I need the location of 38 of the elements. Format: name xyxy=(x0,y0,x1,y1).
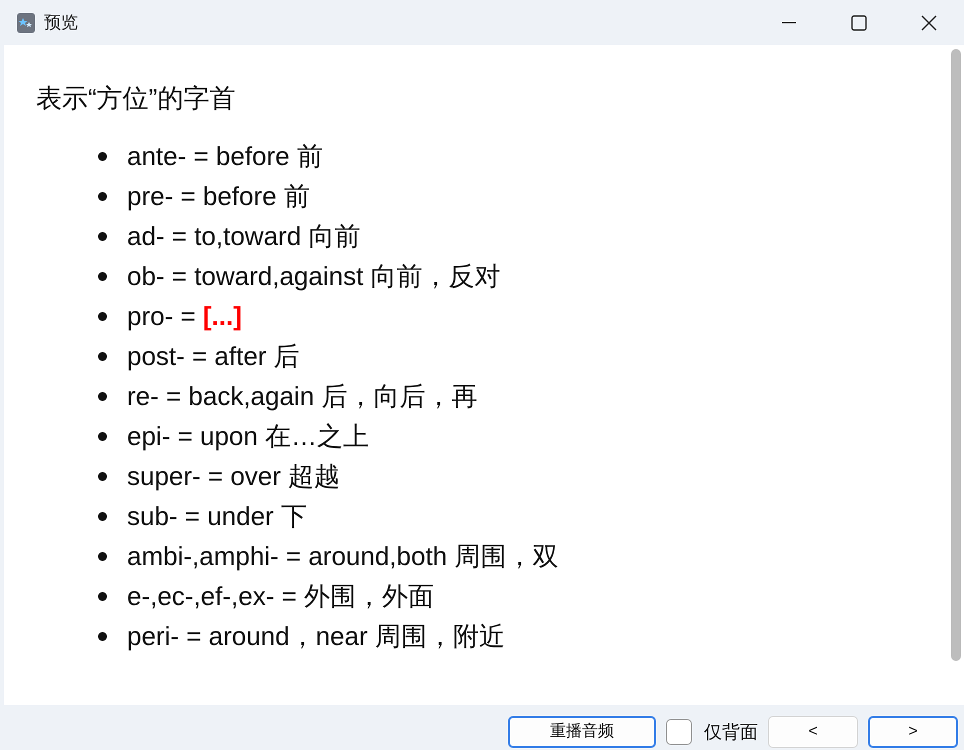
bullet-icon xyxy=(98,512,107,521)
bullet-icon xyxy=(98,152,107,161)
app-icon xyxy=(16,12,36,34)
checkbox-label: 仅背面 xyxy=(704,720,758,744)
list-item: ante- = before 前 xyxy=(127,140,323,174)
list-item: ad- = to,toward 向前 xyxy=(127,220,360,254)
bullet-icon xyxy=(98,592,107,601)
close-icon xyxy=(921,14,937,30)
bullet-icon xyxy=(98,552,107,561)
list-item: sub- = under 下 xyxy=(127,500,307,534)
list-item: super- = over 超越 xyxy=(127,460,340,494)
list-item: pre- = before 前 xyxy=(127,180,310,214)
list-item: ambi-,amphi- = around,both 周围，双 xyxy=(127,540,558,574)
list-item: pro- = [...] xyxy=(127,300,242,334)
bullet-icon xyxy=(98,232,107,241)
bullet-icon xyxy=(98,432,107,441)
window-title: 预览 xyxy=(44,12,78,34)
bullet-icon xyxy=(98,392,107,401)
maximize-icon xyxy=(851,14,867,30)
bullet-icon xyxy=(98,312,107,321)
scrollbar[interactable] xyxy=(951,49,961,661)
bullet-icon xyxy=(98,352,107,361)
list-item: ob- = toward,against 向前，反对 xyxy=(127,260,501,294)
bullet-icon xyxy=(98,272,107,281)
bullet-icon xyxy=(98,192,107,201)
previous-button[interactable]: < xyxy=(768,716,858,748)
replay-audio-button[interactable]: 重播音频 xyxy=(508,716,656,748)
minimize-icon xyxy=(782,22,796,24)
list-item: e-,ec-,ef-,ex- = 外围，外面 xyxy=(127,580,434,614)
checkbox[interactable] xyxy=(666,719,692,745)
bullet-icon xyxy=(98,632,107,641)
list-item: peri- = around，near 周围，附近 xyxy=(127,620,505,654)
list-item: post- = after 后 xyxy=(127,340,300,374)
list-item: epi- = upon 在…之上 xyxy=(127,420,370,454)
list-item: re- = back,again 后，向后，再 xyxy=(127,380,478,414)
bullet-icon xyxy=(98,472,107,481)
heading: 表示“方位”的字首 xyxy=(36,83,236,114)
next-button[interactable]: > xyxy=(868,716,958,748)
